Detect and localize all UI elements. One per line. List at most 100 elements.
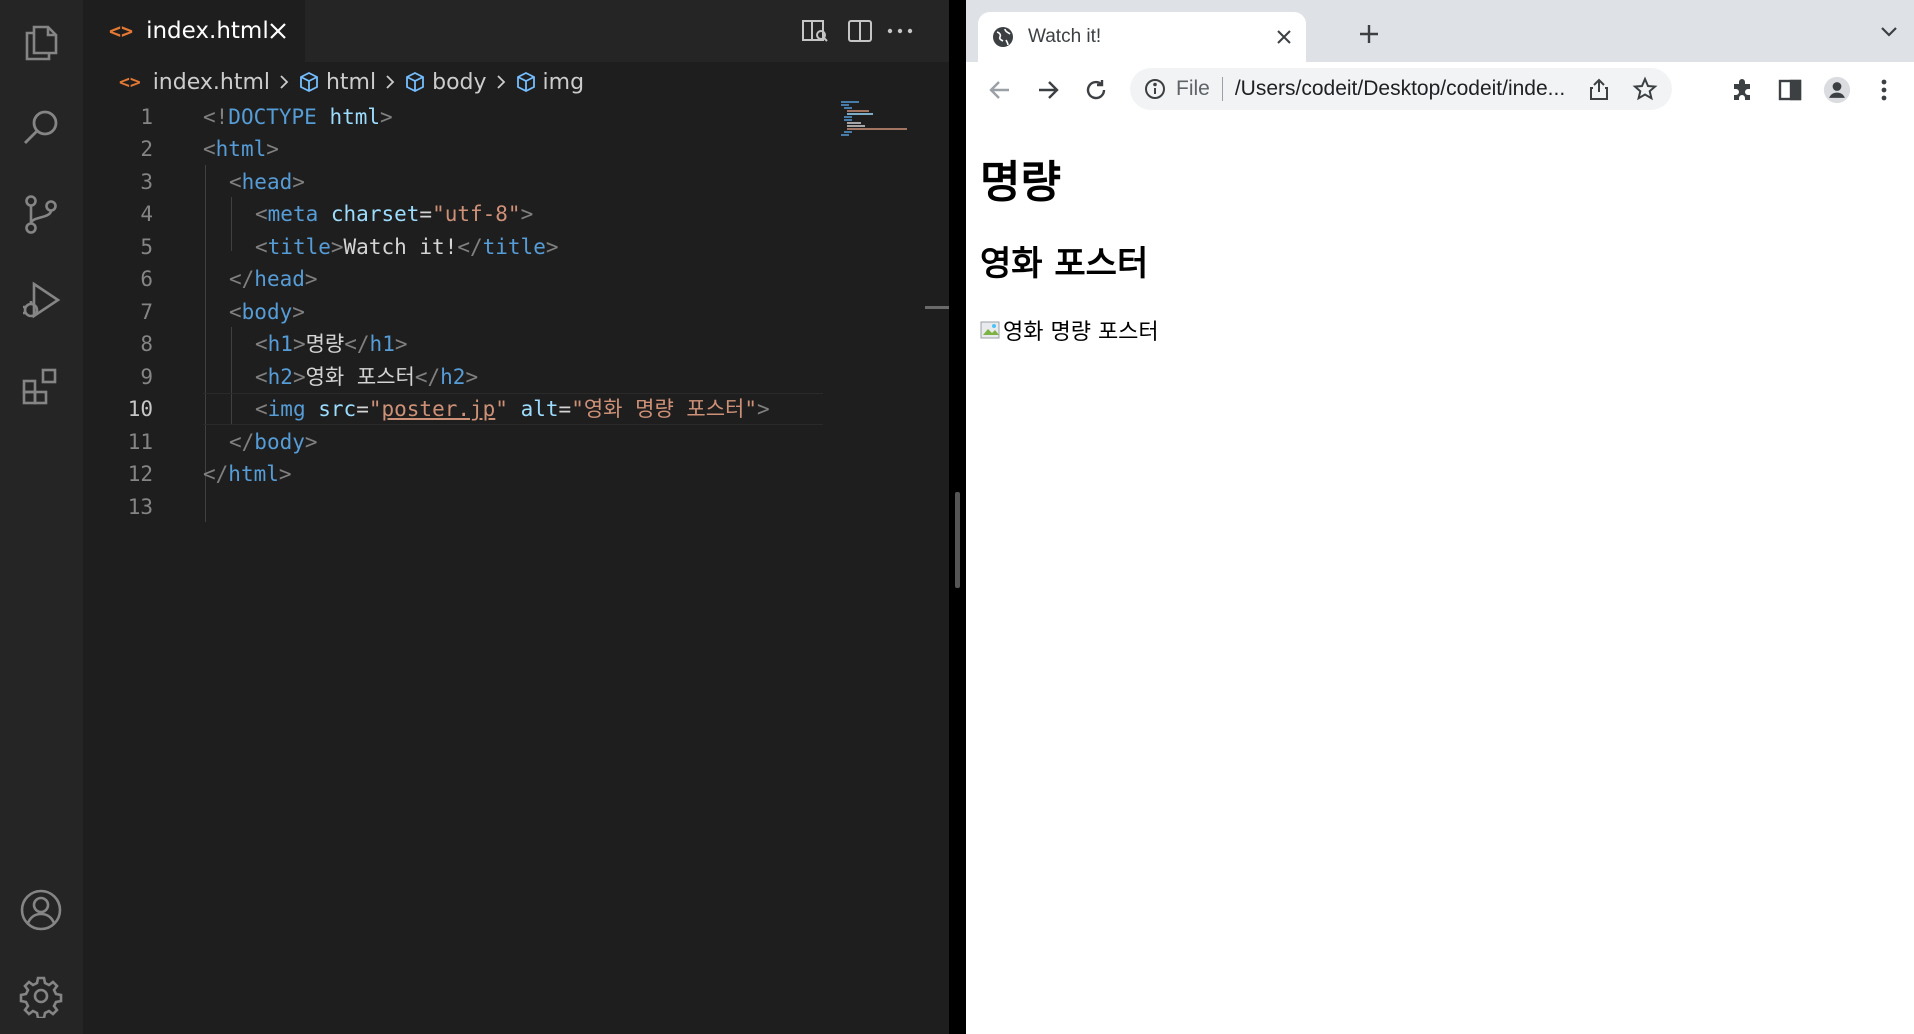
code-punct: < — [203, 137, 216, 161]
breadcrumb-file[interactable]: <> index.html — [119, 70, 270, 95]
extensions-puzzle-icon[interactable] — [1728, 76, 1756, 104]
side-panel-icon[interactable] — [1776, 76, 1804, 104]
address-divider — [1221, 77, 1223, 101]
code-punct: </ — [229, 430, 255, 454]
code-eq: = — [419, 202, 433, 226]
code-punct: > — [304, 430, 318, 454]
share-icon[interactable] — [1588, 77, 1610, 101]
line-number: 2 — [140, 137, 153, 161]
browser-menu-kebab-icon[interactable] — [1870, 76, 1898, 104]
code-punct: > — [292, 365, 306, 389]
code-punct: > — [545, 235, 559, 259]
code-punct: < — [255, 332, 268, 356]
divider-drag-handle[interactable] — [955, 492, 960, 588]
close-tab-icon[interactable] — [266, 19, 290, 43]
tab-search-chevron-down-icon[interactable] — [1880, 26, 1898, 38]
more-actions-icon[interactable] — [883, 16, 917, 46]
browser-tab[interactable]: Watch it! — [978, 12, 1306, 62]
code-punct: </ — [229, 267, 255, 291]
code-punct: > — [266, 137, 279, 161]
code-punct: </ — [203, 462, 229, 486]
code-tag: h1 — [267, 332, 293, 356]
code-punct: > — [292, 300, 305, 324]
breadcrumb-body[interactable]: body — [404, 70, 487, 95]
code-attr: html — [329, 105, 381, 129]
code-line: <!DOCTYPE html> — [203, 101, 393, 133]
search-icon[interactable] — [17, 104, 65, 152]
settings-gear-icon[interactable] — [17, 972, 65, 1020]
back-arrow-icon[interactable] — [986, 76, 1014, 104]
cube-icon — [515, 71, 537, 93]
code-punct: > — [380, 105, 393, 129]
breadcrumb-img[interactable]: img — [515, 69, 585, 95]
code-tag: title — [267, 235, 331, 259]
code-text: Watch it! — [343, 235, 458, 259]
code-punct: < — [255, 202, 268, 226]
code-line: <html> — [203, 133, 279, 165]
code-link[interactable]: poster.jp — [382, 397, 496, 421]
line-number: 3 — [140, 170, 153, 194]
line-number: 1 — [140, 105, 153, 129]
code-punct: < — [255, 397, 268, 421]
account-icon[interactable] — [17, 886, 65, 934]
editor-tab-label: index.html — [146, 18, 269, 44]
line-number: 8 — [140, 332, 153, 356]
code-punct: < — [255, 235, 268, 259]
address-bar[interactable]: File /Users/codeit/Desktop/codeit/inde..… — [1130, 68, 1672, 110]
code-punct: < — [229, 170, 242, 194]
reload-icon[interactable] — [1082, 76, 1110, 104]
bookmark-star-icon[interactable] — [1632, 76, 1658, 102]
breadcrumb-html-label: html — [325, 69, 377, 95]
profile-avatar-icon[interactable] — [1823, 76, 1851, 104]
editor-tab-bar: <> index.html — [83, 0, 949, 62]
broken-image: 영화 명량 포스터 — [979, 314, 1159, 346]
code-punct: > — [757, 397, 770, 421]
source-control-icon[interactable] — [17, 190, 65, 238]
code-punct: < — [229, 300, 242, 324]
breadcrumb-img-label: img — [542, 69, 585, 95]
line-number-active: 10 — [127, 397, 153, 421]
page-heading-h2: 영화 포스터 — [980, 244, 1149, 284]
split-editor-icon[interactable] — [843, 16, 877, 46]
html-file-icon: <> — [109, 19, 134, 43]
close-tab-icon[interactable] — [1274, 27, 1294, 47]
line-number: 6 — [140, 267, 153, 291]
code-tag: title — [482, 235, 546, 259]
code-tag: body — [254, 430, 305, 454]
new-tab-plus-icon[interactable] — [1357, 22, 1381, 46]
forward-arrow-icon[interactable] — [1034, 76, 1062, 104]
extensions-icon[interactable] — [17, 362, 65, 410]
breadcrumb-html[interactable]: html — [298, 70, 376, 95]
code-punct: > — [394, 332, 408, 356]
line-number: 11 — [127, 430, 153, 454]
code-punct: </ — [344, 332, 370, 356]
indent-guide — [231, 197, 232, 251]
broken-image-icon — [979, 318, 1003, 342]
line-number: 5 — [140, 235, 153, 259]
address-scheme-label: File — [1176, 77, 1210, 100]
code-line: <title>Watch it!</title> — [255, 231, 559, 263]
info-icon[interactable] — [1144, 78, 1166, 100]
open-preview-icon[interactable] — [798, 16, 832, 46]
code-tag: body — [241, 300, 293, 324]
code-text: 명량 — [305, 332, 345, 356]
address-url[interactable]: /Users/codeit/Desktop/codeit/inde... — [1235, 77, 1605, 101]
minimap[interactable] — [839, 100, 929, 140]
code-text: 영화 포스터 — [305, 365, 415, 389]
run-debug-icon[interactable] — [17, 276, 65, 324]
broken-image-alt-text: 영화 명량 포스터 — [1003, 320, 1159, 345]
chevron-right-icon — [495, 73, 507, 91]
code-line: </html> — [203, 458, 292, 490]
code-string: "utf-8" — [432, 202, 521, 226]
code-punct: > — [278, 462, 292, 486]
code-punct: <! — [203, 105, 229, 129]
code-line: </body> — [229, 426, 318, 458]
code-punct: </ — [457, 235, 483, 259]
code-line-active: <img src="poster.jp" alt="영화 명량 포스터"> — [255, 393, 770, 425]
explorer-icon[interactable] — [17, 18, 65, 66]
chevron-right-icon — [384, 73, 396, 91]
browser-toolbar: File /Users/codeit/Desktop/codeit/inde..… — [966, 62, 1914, 119]
editor-tab-index-html[interactable]: <> index.html — [83, 0, 305, 62]
line-number: 12 — [127, 462, 153, 486]
